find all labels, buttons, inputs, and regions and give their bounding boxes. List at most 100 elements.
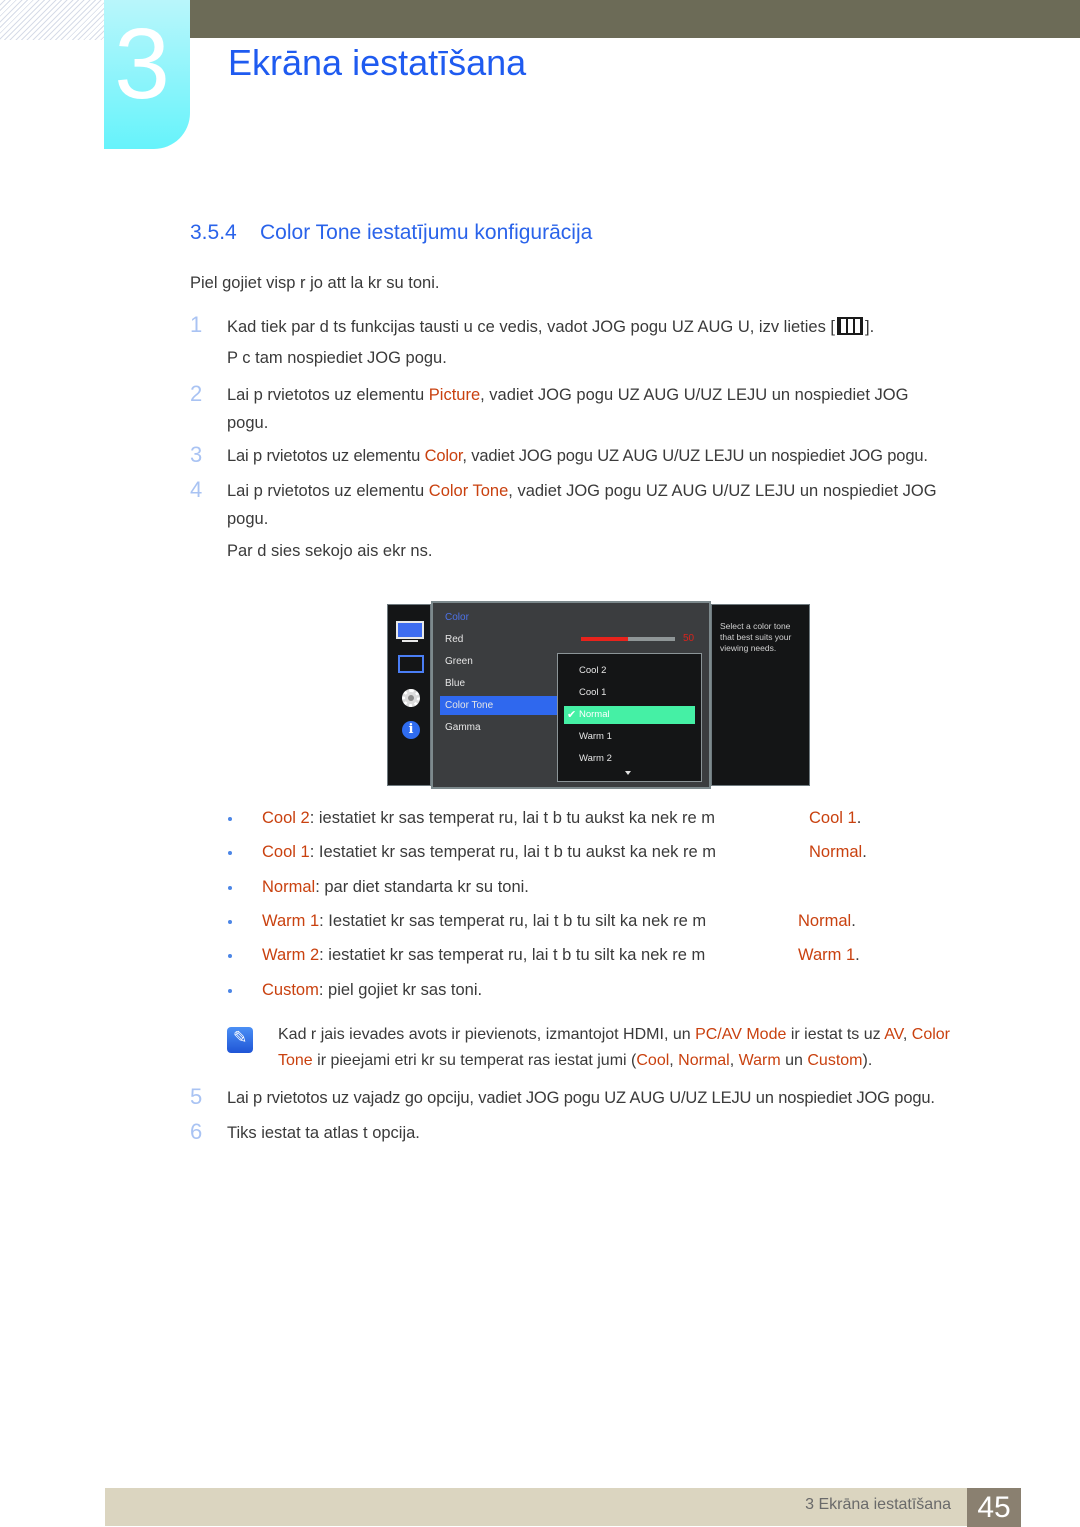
punct: .: [855, 946, 860, 964]
highlight-term: PC/AV Mode: [695, 1026, 787, 1043]
step-text: Lai p rvietotos uz elementu: [227, 447, 425, 465]
step-text: Lai p rvietotos uz elementu: [227, 386, 429, 404]
note-text: ).: [862, 1052, 873, 1069]
bullet-text: Normal: par diet standarta kr su toni.: [262, 878, 529, 897]
highlight-term: Warm: [738, 1052, 781, 1069]
highlight-term: Custom: [807, 1052, 863, 1069]
note-icon: [227, 1027, 253, 1053]
step-number: 6: [190, 1119, 203, 1144]
bullet-dot: [228, 954, 232, 958]
osd-item-gamma[interactable]: Gamma: [440, 718, 558, 737]
option-name: Cool 2: [262, 809, 310, 827]
osd-category-title: Color: [445, 612, 469, 623]
bullet-dot: [228, 886, 232, 890]
picture-icon[interactable]: [396, 621, 424, 639]
note-text: ,: [902, 1026, 912, 1043]
bullet-dot: [228, 817, 232, 821]
header-bar: [190, 0, 1080, 38]
bullet-desc: : iestatiet kr sas temperat ru, lai t b …: [309, 809, 716, 827]
step-number: 4: [190, 477, 203, 502]
bullet-dot: [228, 851, 232, 855]
option-name: Custom: [262, 981, 319, 999]
bullet-desc: : iestatiet kr sas temperat ru, lai t b …: [319, 946, 706, 964]
step-1-line-2: P c tam nospiediet JOG pogu.: [227, 349, 447, 367]
bullet-ref: Normal.: [809, 843, 867, 862]
note-line-1: Kad r jais ievades avots ir pievienots, …: [278, 1026, 950, 1044]
footer-chapter-label: 3 Ekrāna iestatīšana: [805, 1496, 951, 1513]
step-2-line-2: pogu.: [227, 414, 269, 432]
note-line-2: Tone ir pieejami etri kr su temperat ras…: [278, 1052, 872, 1070]
section-title-text: Color Tone iestatījumu konfigurācija: [260, 221, 593, 244]
punct: .: [856, 809, 862, 827]
step-number: 2: [190, 381, 203, 406]
punct: .: [862, 843, 867, 861]
option-name: Warm 1: [262, 912, 320, 930]
osd-sidebar: i: [387, 604, 431, 786]
bullet-ref: Cool 1.: [809, 809, 861, 828]
monitor-stand: [402, 640, 418, 642]
settings-icon[interactable]: [402, 689, 420, 707]
step-3-line-1: Lai p rvietotos uz elementu Color, vadie…: [227, 447, 928, 466]
note-text: ir iestat ts uz: [786, 1026, 885, 1043]
highlight-term: Color: [424, 447, 463, 465]
ref-term: Warm 1: [798, 946, 856, 964]
scroll-down-icon[interactable]: [625, 771, 631, 775]
ref-term: Cool 1: [809, 809, 857, 827]
red-slider-fill: [581, 637, 628, 641]
section-title: 3.5.4 Color Tone iestatījumu konfigurācij…: [190, 221, 592, 245]
osd-item-color-tone[interactable]: Color Tone: [440, 696, 558, 715]
osd-item-blue[interactable]: Blue: [440, 674, 558, 693]
osd-help-text: Select a color tone that best suits your…: [720, 621, 792, 653]
step-4-line-3: Par d sies sekojo ais ekr ns.: [227, 542, 433, 560]
color-tone-dropdown: Cool 2 Cool 1 ✔ Normal Warm 1 Warm 2: [557, 653, 702, 782]
intro-text: Piel gojiet visp r jo att la kr su toni.: [190, 274, 440, 292]
option-name: Cool 1: [262, 843, 310, 861]
bullet-dot: [228, 989, 232, 993]
step-text: Kad tiek par d ts funkcijas tausti u ce …: [227, 318, 836, 336]
osd-item-red[interactable]: Red: [440, 630, 558, 649]
page-number: 45: [967, 1488, 1021, 1527]
step-number: 1: [190, 312, 203, 337]
option-name: Normal: [262, 878, 316, 896]
note-text: ,: [669, 1052, 679, 1069]
step-1-line-1: Kad tiek par d ts funkcijas tausti u ce …: [227, 317, 874, 337]
option-warm-2[interactable]: Warm 2: [564, 750, 695, 768]
check-icon: ✔: [567, 709, 577, 721]
step-4-line-1: Lai p rvietotos uz elementu Color Tone, …: [227, 482, 937, 501]
step-text: Lai p rvietotos uz elementu: [227, 482, 429, 500]
bullet-desc: : piel gojiet kr sas toni.: [318, 981, 483, 999]
osd-color-menu: Color Red Green Blue Color Tone Gamma 50…: [431, 601, 711, 789]
red-value: 50: [683, 633, 695, 644]
highlight-term: Normal: [678, 1052, 730, 1069]
option-normal[interactable]: ✔ Normal: [564, 706, 695, 724]
bullet-ref: Warm 1.: [798, 946, 860, 965]
punct: .: [851, 912, 856, 930]
position-icon[interactable]: [398, 655, 424, 673]
note-text: ir pieejami etri kr su temperat ras iest…: [312, 1052, 637, 1069]
highlight-term: Tone: [278, 1052, 313, 1069]
osd-item-green[interactable]: Green: [440, 652, 558, 671]
bullet-desc: : Iestatiet kr sas temperat ru, lai t b …: [309, 843, 716, 861]
red-slider[interactable]: [581, 637, 675, 641]
chapter-number: 3: [114, 8, 170, 120]
ref-term: Normal: [798, 912, 852, 930]
bullet-dot: [228, 920, 232, 924]
bullet-desc: : par diet standarta kr su toni.: [315, 878, 529, 896]
option-label: Normal: [579, 709, 610, 720]
step-text: ].: [865, 318, 875, 336]
step-text: , vadiet JOG pogu UZ AUG U/UZ LEJU un no…: [508, 482, 937, 500]
option-cool-1[interactable]: Cool 1: [564, 684, 695, 702]
highlight-term: AV: [884, 1026, 903, 1043]
highlight-term: Color: [911, 1026, 950, 1043]
highlight-term: Picture: [428, 386, 481, 404]
step-number: 3: [190, 442, 203, 467]
note-text: Kad r jais ievades avots ir pievienots, …: [278, 1026, 696, 1043]
bullet-desc: : Iestatiet kr sas temperat ru, lai t b …: [319, 912, 707, 930]
option-warm-1[interactable]: Warm 1: [564, 728, 695, 746]
option-cool-2[interactable]: Cool 2: [564, 662, 695, 680]
section-number: 3.5.4: [190, 221, 237, 244]
info-icon[interactable]: i: [402, 721, 420, 739]
step-text: , vadiet JOG pogu UZ AUG U/UZ LEJU un no…: [462, 447, 928, 465]
highlight-term: Cool: [636, 1052, 670, 1069]
step-5-text: Lai p rvietotos uz vajadz go opciju, vad…: [227, 1089, 935, 1107]
